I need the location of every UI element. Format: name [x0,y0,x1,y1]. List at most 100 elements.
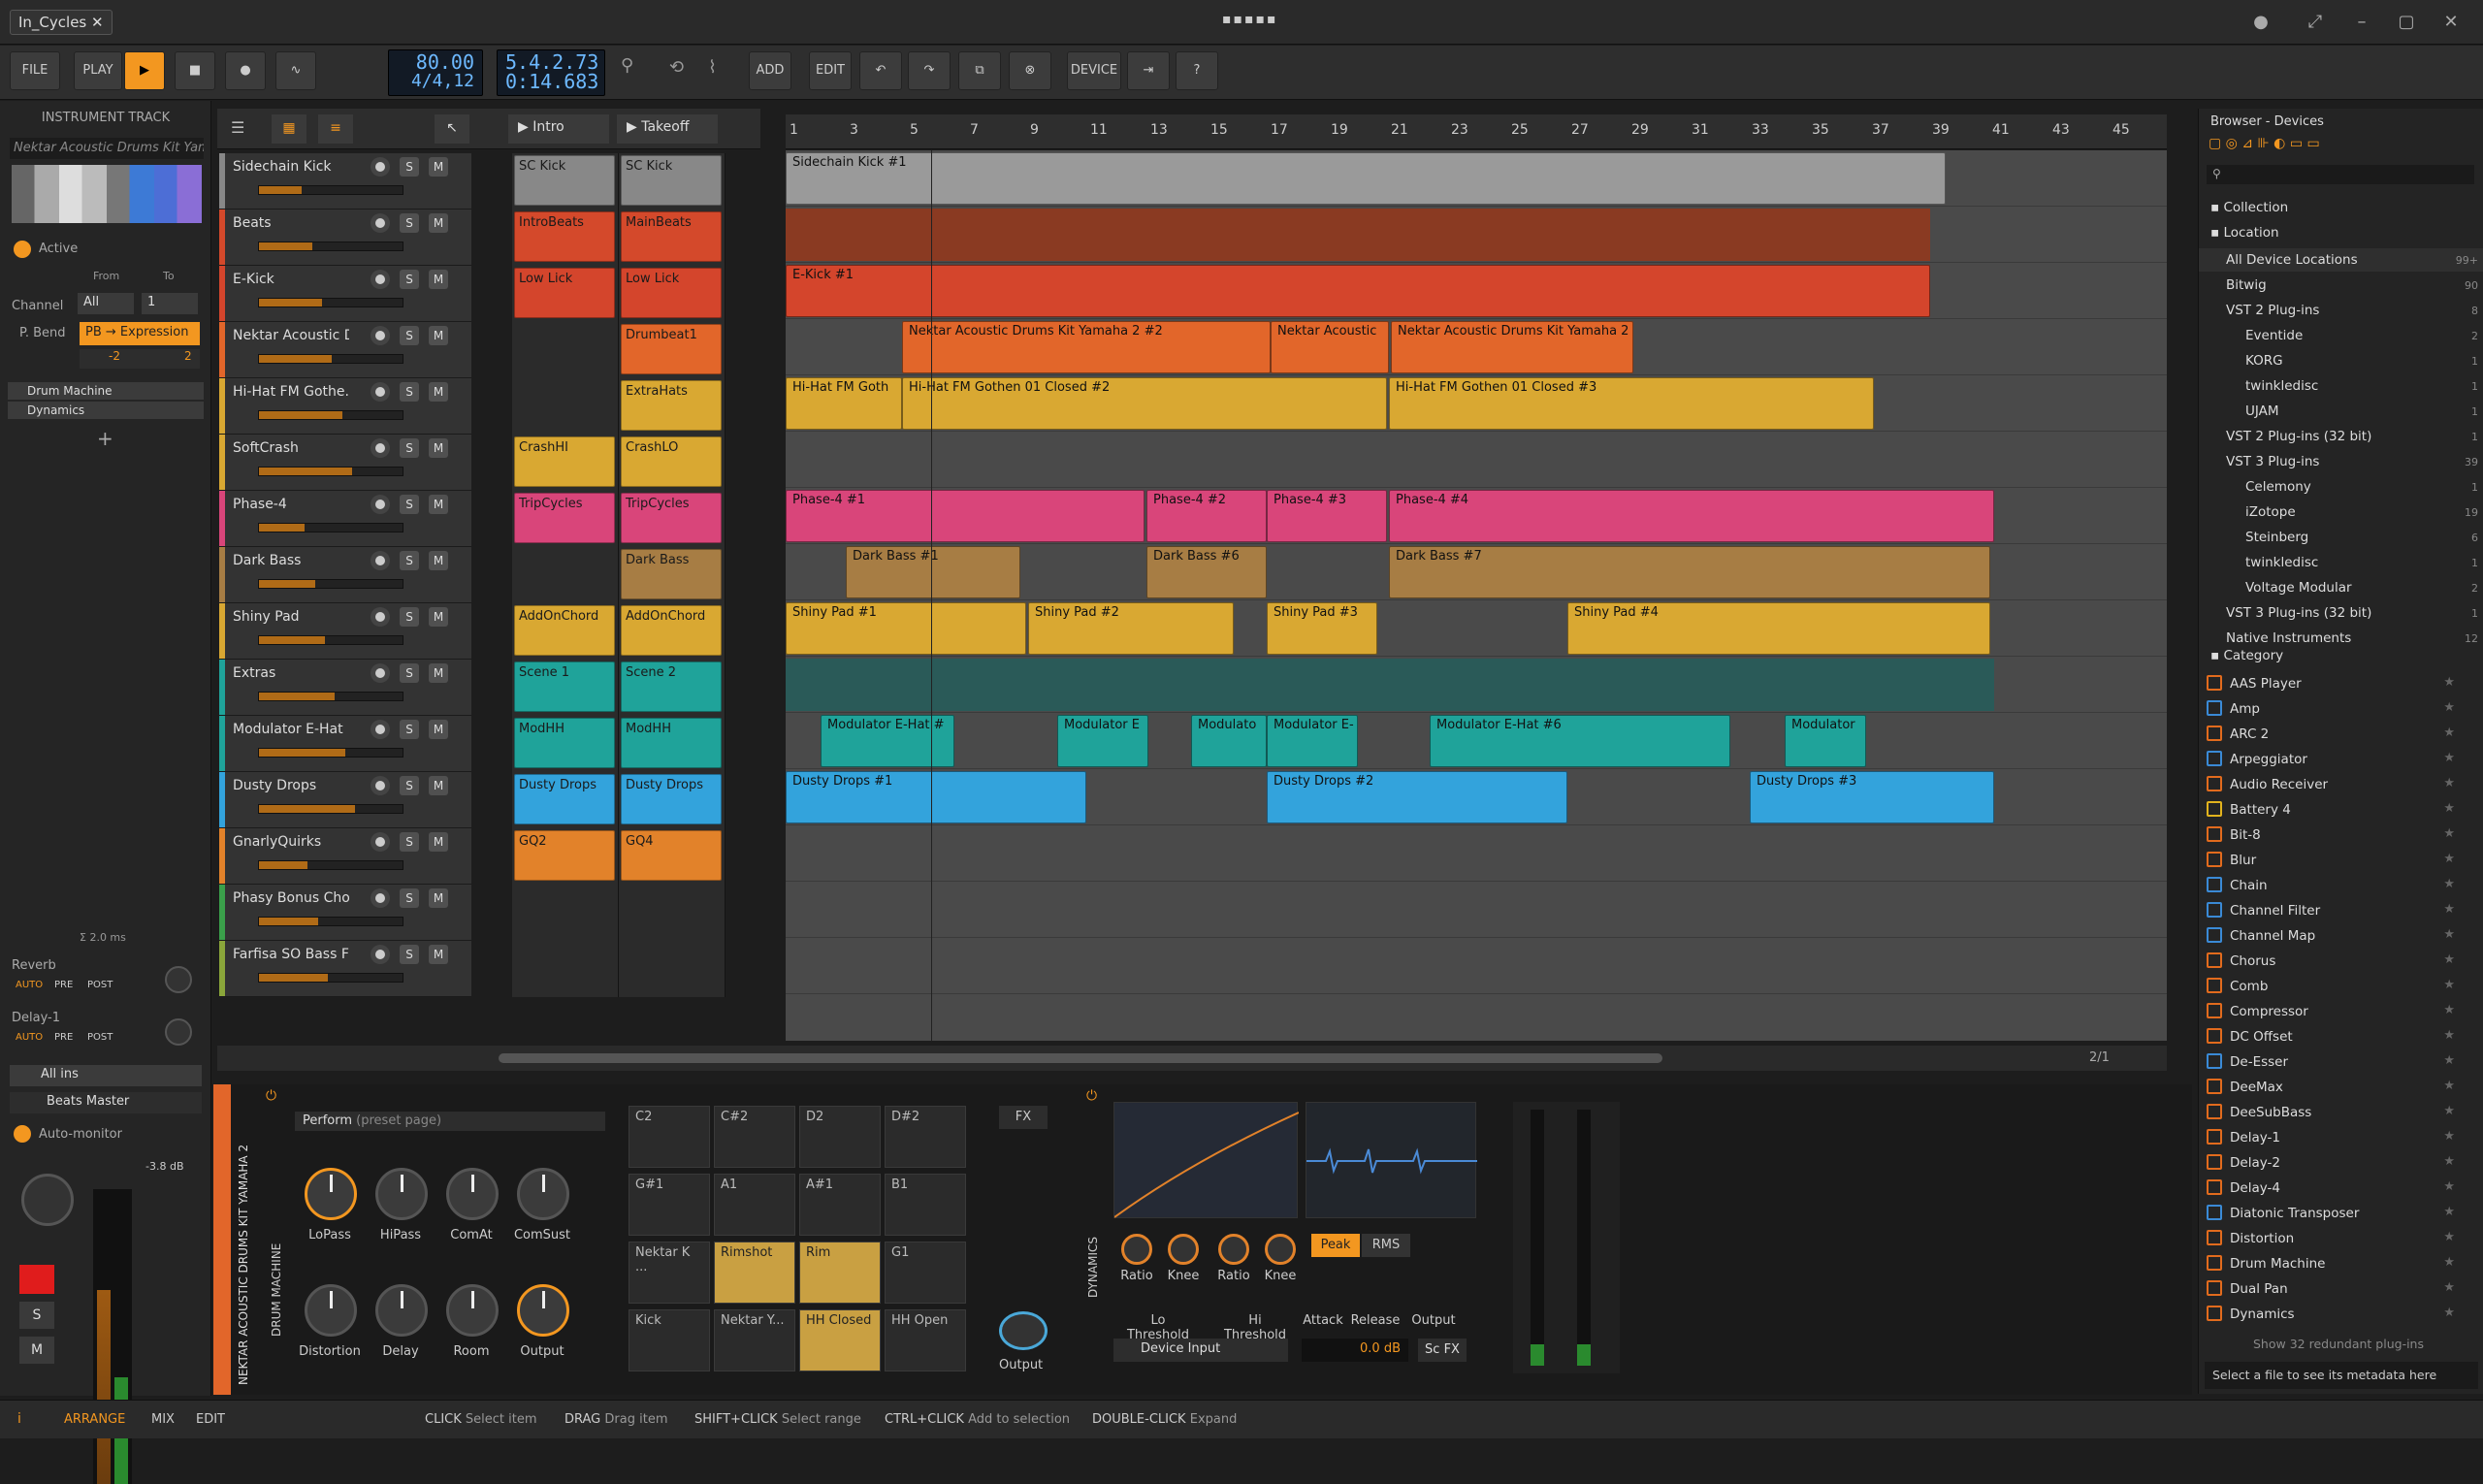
clip-slot[interactable]: CrashHI [512,435,619,491]
record-arm-button[interactable] [371,607,390,627]
device-item[interactable]: AAS Player ★ [2207,675,2468,698]
solo-button[interactable]: S [400,888,419,908]
arranger-clip[interactable]: Nektar Acoustic [1271,321,1389,373]
favorite-star-icon[interactable]: ★ [2443,952,2455,967]
device-item[interactable]: Diatonic Transposer ★ [2207,1205,2468,1228]
arranger-clip[interactable]: Dusty Drops #1 [786,771,1086,823]
device-item[interactable]: Distortion ★ [2207,1230,2468,1253]
launcher-clip[interactable]: IntroBeats [514,211,615,262]
send-delay-knob[interactable] [165,1018,192,1046]
record-arm-button[interactable] [371,776,390,795]
favorite-star-icon[interactable]: ★ [2443,927,2455,942]
arranger-clip[interactable]: Hi-Hat FM Gothen 01 Closed #3 [1389,377,1874,430]
mute-button[interactable]: M [429,888,448,908]
scroll-thumb[interactable] [499,1053,1662,1063]
favorite-star-icon[interactable]: ★ [2443,1255,2455,1270]
mute-button[interactable]: M [429,326,448,345]
drum-pad[interactable]: G1 [885,1242,966,1304]
solo-button[interactable]: S [19,1302,54,1329]
track-name[interactable]: Nektar Acoustic D... [233,328,349,343]
clip-slot[interactable]: Dark Bass [619,547,726,603]
mute-button[interactable]: M [429,213,448,233]
drum-pad[interactable]: Rim [799,1242,881,1304]
favorite-star-icon[interactable]: ★ [2443,877,2455,891]
stop-button[interactable]: ■ [175,51,215,90]
dynamics-power-icon[interactable]: ⏻ [1086,1088,1097,1104]
arranger-clip[interactable]: Nektar Acoustic Drums Kit Yamaha 2 [1391,321,1633,373]
play-label-button[interactable]: PLAY [74,51,122,90]
device-item[interactable]: Audio Receiver ★ [2207,776,2468,799]
volume-fader[interactable] [258,354,403,364]
favorite-star-icon[interactable]: ★ [2443,1280,2455,1295]
device-chain-item[interactable]: Dynamics [8,402,204,419]
launcher-clip[interactable]: GQ4 [621,830,722,881]
location-item[interactable]: VST 2 Plug-ins (32 bit) 1 [2199,425,2483,448]
record-arm-button[interactable] [371,157,390,177]
arranger-clip[interactable]: Modulato [1191,715,1267,767]
device-item[interactable]: Blur ★ [2207,852,2468,875]
launcher-clip[interactable]: Dusty Drops [514,774,615,824]
drum-pad[interactable]: G#1 [629,1174,710,1236]
device-item[interactable]: Delay-1 ★ [2207,1129,2468,1152]
solo-button[interactable]: S [400,720,419,739]
time-signature[interactable]: 4/4,12 [397,72,474,91]
tempo-value[interactable]: 80.00 [397,52,474,72]
clip-slot[interactable]: Scene 1 [512,660,619,716]
play-button[interactable]: ▶ [124,51,165,90]
device-item[interactable]: Dynamics ★ [2207,1306,2468,1329]
browser-search-input[interactable]: ⚲ [2207,165,2474,184]
device-item[interactable]: ARC 2 ★ [2207,726,2468,749]
automation-write-button[interactable]: ∿ [275,51,316,90]
track-header[interactable]: Modulator E-Hat S M [219,716,471,772]
volume-knob[interactable] [21,1174,74,1226]
mute-button[interactable]: M [429,157,448,177]
solo-button[interactable]: S [400,326,419,345]
drum-pad[interactable]: HH Closed [799,1309,881,1371]
location-item[interactable]: Bitwig 90 [2199,274,2483,297]
device-item[interactable]: Arpeggiator ★ [2207,751,2468,774]
record-button[interactable]: ● [225,51,266,90]
arranger-clip[interactable]: Dusty Drops #2 [1267,771,1567,823]
volume-fader[interactable] [258,467,403,476]
launcher-clip[interactable]: ExtraHats [621,380,722,431]
undo-icon[interactable]: ↶ [859,51,902,90]
clip-slot[interactable] [512,378,619,435]
track-header[interactable]: Hi-Hat FM Gothe... S M [219,378,471,435]
fullscreen-icon[interactable]: ⤢ [2301,10,2330,35]
record-arm-button[interactable] [371,945,390,964]
sidechain-gain[interactable]: 0.0 dB [1302,1339,1408,1362]
dynamics-curve-graph[interactable] [1113,1102,1300,1218]
arranger-clip[interactable]: Dark Bass #6 [1146,546,1267,598]
launcher-clip[interactable]: SC Kick [514,155,615,206]
location-header[interactable]: ▪ Location [2210,225,2279,241]
solo-button[interactable]: S [400,663,419,683]
dyn-knob[interactable] [1168,1234,1199,1265]
track-header[interactable]: Beats S M [219,210,471,266]
scene-takeoff-button[interactable]: ▶ Takeoff [617,114,718,144]
project-tab[interactable]: In_Cycles ✕ [10,10,113,35]
clip-slot[interactable] [619,885,726,941]
device-item[interactable]: Chain ★ [2207,877,2468,900]
favorite-star-icon[interactable]: ★ [2443,776,2455,790]
arranger-clip[interactable]: Dark Bass #7 [1389,546,1990,598]
volume-fader[interactable] [258,635,403,645]
arranger-timeline[interactable]: Sidechain Kick #1 E-Kick #1 Nektar Acousti… [786,150,2167,1041]
track-header[interactable]: Dusty Drops S M [219,772,471,828]
close-window-icon[interactable]: ✕ [2436,10,2466,35]
favorite-star-icon[interactable]: ★ [2443,826,2455,841]
favorite-star-icon[interactable]: ★ [2443,726,2455,740]
device-button[interactable]: DEVICE [1067,51,1121,90]
arranger-clip[interactable]: Hi-Hat FM Goth [786,377,902,430]
record-arm-button[interactable] [371,270,390,289]
drum-pad[interactable]: A1 [714,1174,795,1236]
drum-pad[interactable]: C2 [629,1106,710,1168]
track-header[interactable]: Shiny Pad S M [219,603,471,660]
device-item[interactable]: Dual Pan ★ [2207,1280,2468,1304]
power-icon[interactable]: ⏻ [266,1088,276,1104]
favorite-star-icon[interactable]: ★ [2443,751,2455,765]
track-header[interactable]: Nektar Acoustic D... SM [219,322,471,378]
macro-knob[interactable] [517,1168,569,1220]
pbend-mode-button[interactable]: PB → Expression [80,322,200,345]
launcher-clip[interactable]: AddOnChord [514,605,615,656]
location-item[interactable]: iZotope 19 [2199,500,2483,524]
